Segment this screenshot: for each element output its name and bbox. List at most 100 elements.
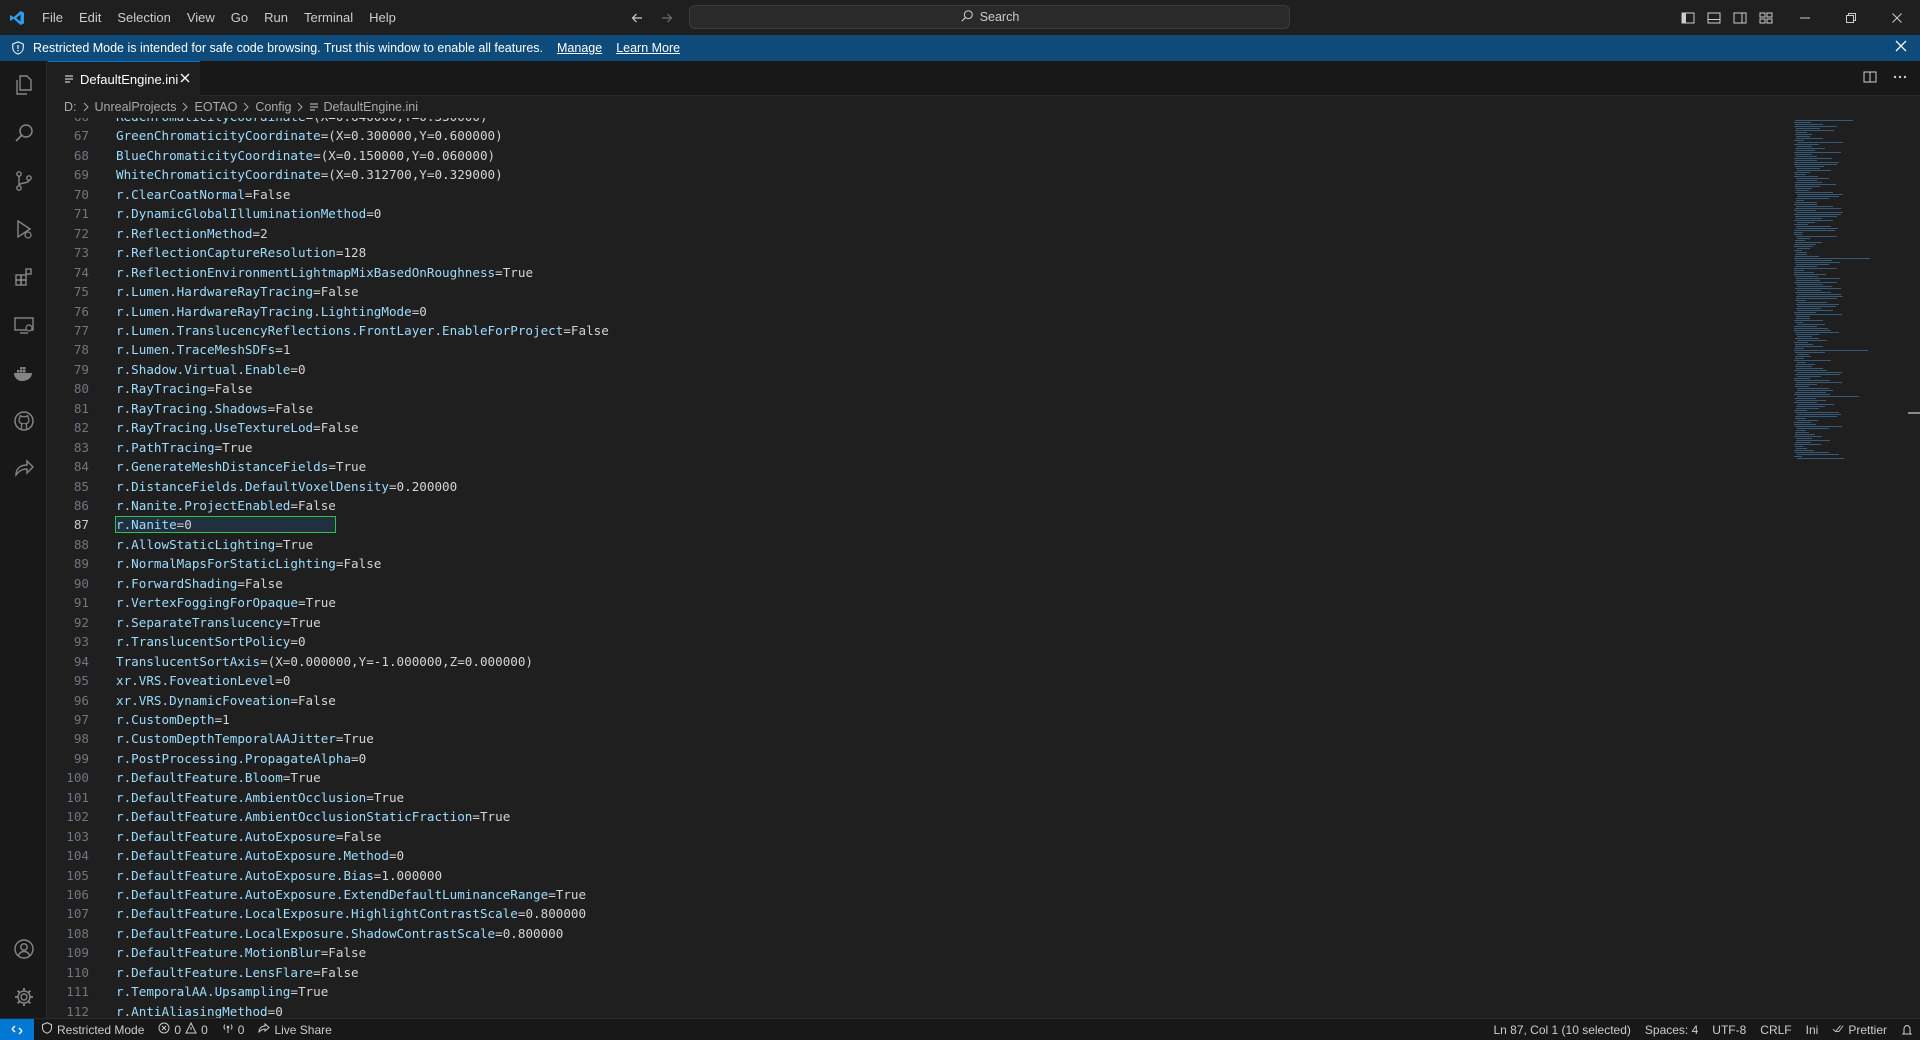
- toggle-secondary-sidebar-icon[interactable]: [1730, 8, 1750, 28]
- code-line[interactable]: 111 r.TemporalAA.Upsampling=True: [48, 982, 1793, 1001]
- code-line[interactable]: 92 r.SeparateTranslucency=True: [48, 613, 1793, 632]
- restricted-mode-status[interactable]: Restricted Mode: [34, 1019, 151, 1040]
- code-line[interactable]: 107 r.DefaultFeature.LocalExposure.Highli…: [48, 904, 1793, 923]
- split-editor-icon[interactable]: [1862, 69, 1878, 89]
- code-line[interactable]: 82 r.RayTracing.UseTextureLod=False: [48, 418, 1793, 437]
- code-line[interactable]: 84 r.GenerateMeshDistanceFields=True: [48, 457, 1793, 476]
- cursor-position-status[interactable]: Ln 87, Col 1 (10 selected): [1486, 1019, 1637, 1040]
- menu-view[interactable]: View: [179, 0, 223, 35]
- run-and-debug-icon[interactable]: [0, 205, 47, 253]
- code-line[interactable]: 101 r.DefaultFeature.AmbientOcclusion=Tru…: [48, 788, 1793, 807]
- notifications-bell-icon[interactable]: [1894, 1019, 1920, 1040]
- menu-edit[interactable]: Edit: [71, 0, 109, 35]
- indentation-status[interactable]: Spaces: 4: [1638, 1019, 1705, 1040]
- toggle-primary-sidebar-icon[interactable]: [1678, 8, 1698, 28]
- code-line[interactable]: 102 r.DefaultFeature.AmbientOcclusionStat…: [48, 807, 1793, 826]
- code-line[interactable]: 105 r.DefaultFeature.AutoExposure.Bias=1.…: [48, 866, 1793, 885]
- code-line[interactable]: 95 xr.VRS.FoveationLevel=0: [48, 671, 1793, 690]
- menu-go[interactable]: Go: [223, 0, 256, 35]
- code-line[interactable]: 80 r.RayTracing=False: [48, 379, 1793, 398]
- forward-arrow-icon[interactable]: [656, 7, 678, 29]
- code-line[interactable]: 74 r.ReflectionEnvironmentLightmapMixBase…: [48, 263, 1793, 282]
- menu-run[interactable]: Run: [256, 0, 296, 35]
- language-mode-status[interactable]: Ini: [1799, 1019, 1826, 1040]
- accounts-icon[interactable]: [0, 925, 47, 973]
- menu-help[interactable]: Help: [361, 0, 404, 35]
- eol-status[interactable]: CRLF: [1753, 1019, 1798, 1040]
- code-line[interactable]: 72 r.ReflectionMethod=2: [48, 224, 1793, 243]
- docker-icon[interactable]: [0, 349, 47, 397]
- code-line[interactable]: 106 r.DefaultFeature.AutoExposure.ExtendD…: [48, 885, 1793, 904]
- code-line[interactable]: 78 r.Lumen.TraceMeshSDFs=1: [48, 340, 1793, 359]
- back-arrow-icon[interactable]: [626, 7, 648, 29]
- menu-selection[interactable]: Selection: [109, 0, 178, 35]
- more-actions-icon[interactable]: [1892, 69, 1908, 89]
- code-line[interactable]: 76 r.Lumen.HardwareRayTracing.LightingMod…: [48, 302, 1793, 321]
- live-share-icon[interactable]: [0, 445, 47, 493]
- problems-status[interactable]: 0 0: [151, 1019, 214, 1040]
- code-line[interactable]: 90 r.ForwardShading=False: [48, 574, 1793, 593]
- code-line[interactable]: 81 r.RayTracing.Shadows=False: [48, 399, 1793, 418]
- learn-more-link[interactable]: Learn More: [616, 41, 680, 55]
- search-view-icon[interactable]: [0, 109, 47, 157]
- menu-terminal[interactable]: Terminal: [296, 0, 361, 35]
- editor-scrollbar[interactable]: [1906, 118, 1920, 1018]
- code-line[interactable]: 94 TranslucentSortAxis=(X=0.000000,Y=-1.0…: [48, 652, 1793, 671]
- minimize-window-icon[interactable]: [1782, 0, 1828, 35]
- extensions-icon[interactable]: [0, 253, 47, 301]
- code-line[interactable]: 103 r.DefaultFeature.AutoExposure=False: [48, 827, 1793, 846]
- breadcrumb-item-unrealprojects[interactable]: UnrealProjects: [95, 100, 177, 114]
- minimap[interactable]: [1793, 118, 1906, 1018]
- code-line[interactable]: 69 WhiteChromaticityCoordinate=(X=0.31270…: [48, 165, 1793, 184]
- code-line[interactable]: 75 r.Lumen.HardwareRayTracing=False: [48, 282, 1793, 301]
- ports-status[interactable]: 0: [215, 1019, 252, 1040]
- prettier-status[interactable]: Prettier: [1825, 1019, 1894, 1040]
- restore-window-icon[interactable]: [1828, 0, 1874, 35]
- source-control-icon[interactable]: [0, 157, 47, 205]
- manage-gear-icon[interactable]: [0, 973, 47, 1021]
- breadcrumb-item-file[interactable]: DefaultEngine.ini: [309, 100, 418, 114]
- code-line[interactable]: 77 r.Lumen.TranslucencyReflections.FrontL…: [48, 321, 1793, 340]
- code-line[interactable]: 108 r.DefaultFeature.LocalExposure.Shadow…: [48, 924, 1793, 943]
- code-line[interactable]: 93 r.TranslucentSortPolicy=0: [48, 632, 1793, 651]
- code-line[interactable]: 98 r.CustomDepthTemporalAAJitter=True: [48, 729, 1793, 748]
- code-line[interactable]: 87 r.Nanite=0: [48, 515, 1793, 534]
- command-center-search[interactable]: Search: [689, 5, 1290, 29]
- code-line[interactable]: 79 r.Shadow.Virtual.Enable=0: [48, 360, 1793, 379]
- code-line[interactable]: 109 r.DefaultFeature.MotionBlur=False: [48, 943, 1793, 962]
- customize-layout-icon[interactable]: [1756, 8, 1776, 28]
- menu-file[interactable]: File: [34, 0, 71, 35]
- code-line[interactable]: 83 r.PathTracing=True: [48, 438, 1793, 457]
- close-window-icon[interactable]: [1874, 0, 1920, 35]
- code-line[interactable]: 86 r.Nanite.ProjectEnabled=False: [48, 496, 1793, 515]
- code-line[interactable]: 88 r.AllowStaticLighting=True: [48, 535, 1793, 554]
- remote-explorer-icon[interactable]: [0, 301, 47, 349]
- remote-indicator-icon[interactable]: [0, 1018, 34, 1040]
- live-share-status[interactable]: Live Share: [251, 1019, 338, 1040]
- toggle-panel-icon[interactable]: [1704, 8, 1724, 28]
- code-line[interactable]: 100 r.DefaultFeature.Bloom=True: [48, 768, 1793, 787]
- manage-link[interactable]: Manage: [557, 41, 602, 55]
- tab-defaultengine-ini[interactable]: DefaultEngine.ini: [48, 61, 200, 96]
- breadcrumb-item-eotao[interactable]: EOTAO: [194, 100, 237, 114]
- code-line[interactable]: 73 r.ReflectionCaptureResolution=128: [48, 243, 1793, 262]
- code-line[interactable]: 96 xr.VRS.DynamicFoveation=False: [48, 691, 1793, 710]
- code-line[interactable]: 66 RedChromaticityCoordinate=(X=0.640000,…: [48, 118, 1793, 126]
- code-line[interactable]: 67 GreenChromaticityCoordinate=(X=0.30000…: [48, 126, 1793, 145]
- breadcrumb-item-config[interactable]: Config: [255, 100, 291, 114]
- code-editor[interactable]: 66 RedChromaticityCoordinate=(X=0.640000,…: [48, 118, 1793, 1018]
- code-line[interactable]: 91 r.VertexFoggingForOpaque=True: [48, 593, 1793, 612]
- code-line[interactable]: 70 r.ClearCoatNormal=False: [48, 185, 1793, 204]
- code-line[interactable]: 112 r.AntiAliasingMethod=0: [48, 1002, 1793, 1018]
- github-icon[interactable]: [0, 397, 47, 445]
- code-line[interactable]: 110 r.DefaultFeature.LensFlare=False: [48, 963, 1793, 982]
- code-line[interactable]: 97 r.CustomDepth=1: [48, 710, 1793, 729]
- code-line[interactable]: 99 r.PostProcessing.PropagateAlpha=0: [48, 749, 1793, 768]
- tab-close-icon[interactable]: [178, 71, 192, 88]
- code-line[interactable]: 89 r.NormalMapsForStaticLighting=False: [48, 554, 1793, 573]
- code-line[interactable]: 71 r.DynamicGlobalIlluminationMethod=0: [48, 204, 1793, 223]
- explorer-icon[interactable]: [0, 61, 47, 109]
- code-line[interactable]: 104 r.DefaultFeature.AutoExposure.Method=…: [48, 846, 1793, 865]
- code-line[interactable]: 85 r.DistanceFields.DefaultVoxelDensity=0…: [48, 477, 1793, 496]
- banner-close-icon[interactable]: [1894, 39, 1908, 56]
